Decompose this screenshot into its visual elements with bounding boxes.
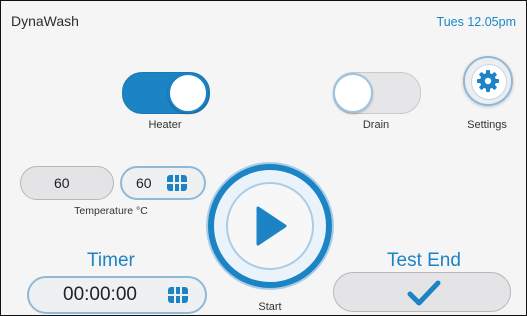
spinner-icon[interactable] (166, 174, 188, 192)
timer-title: Timer (87, 250, 135, 271)
temperature-label: Temperature °C (74, 205, 148, 217)
clock: Tues 12.05pm (436, 15, 516, 29)
heater-label: Heater (148, 119, 182, 131)
app-title: DynaWash (11, 13, 79, 29)
drain-label: Drain (362, 119, 390, 131)
drain-toggle[interactable] (333, 72, 421, 114)
settings-button[interactable] (463, 56, 513, 106)
settings-label: Settings (467, 119, 507, 131)
app-screen: DynaWash Tues 12.05pm Heater Drain Setti… (0, 0, 527, 316)
timer-value: 00:00:00 (63, 284, 137, 305)
start-label: Start (258, 301, 282, 313)
temperature-setpoint-field[interactable]: 60 (120, 166, 206, 200)
play-icon (256, 206, 287, 246)
toggle-knob (333, 73, 373, 113)
temperature-current-value: 60 (54, 175, 70, 191)
timer-field[interactable]: 00:00:00 (27, 276, 207, 314)
start-button[interactable] (208, 164, 332, 288)
test-end-title: Test End (387, 250, 461, 271)
temperature-setpoint-value: 60 (136, 175, 152, 191)
start-button-inner (226, 182, 314, 270)
temperature-current-display: 60 (20, 166, 114, 200)
toggle-knob (168, 73, 208, 113)
spinner-icon[interactable] (167, 286, 189, 304)
gear-icon (477, 70, 499, 92)
checkmark-icon (407, 280, 441, 306)
test-end-button[interactable] (333, 272, 511, 312)
heater-toggle[interactable] (122, 72, 210, 114)
